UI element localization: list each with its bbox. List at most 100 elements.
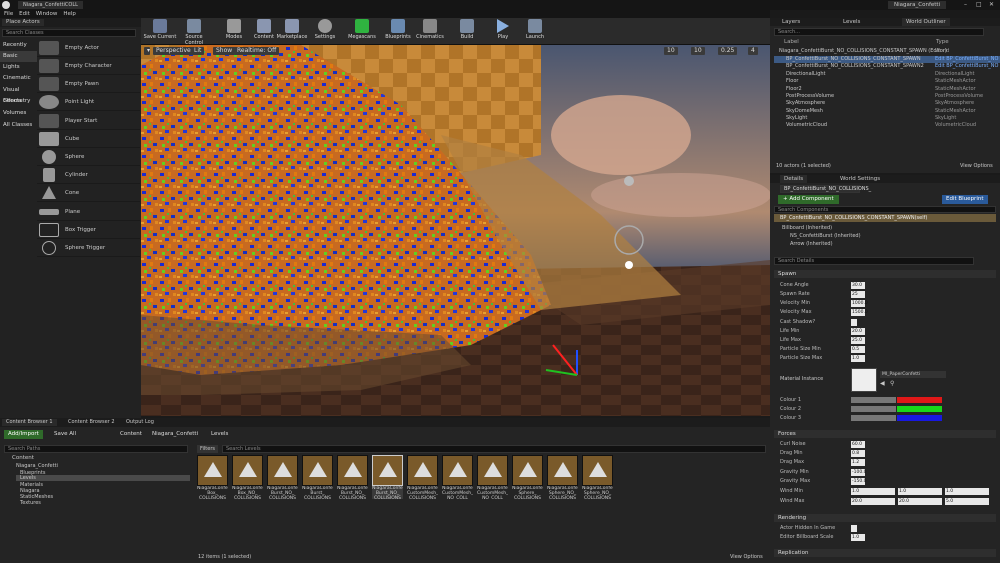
property-value[interactable]: 60.0: [851, 441, 865, 448]
table-row[interactable]: Niagara_ConfettiBurst_NO_COLLISIONS_CONS…: [774, 48, 1000, 55]
tree-item[interactable]: Niagara_Confetti: [16, 463, 58, 469]
viewport-menu-icon[interactable]: ▾: [144, 47, 150, 55]
wind-max-x[interactable]: 20.0: [851, 498, 895, 505]
blueprints-button[interactable]: Blueprints: [381, 19, 415, 44]
property-value[interactable]: -100.0: [851, 469, 867, 476]
asset-tile[interactable]: NiagaraConfetti Sphere_ COLLISIONS: [512, 455, 543, 499]
actor-item[interactable]: Empty Character: [37, 57, 140, 75]
edit-blueprint-button[interactable]: Edit Blueprint: [942, 195, 988, 204]
component-niagara[interactable]: NS_ConfettiBurst (Inherited): [790, 233, 861, 239]
asset-tile[interactable]: NiagaraConfetti Sphere_NO_ COLLISIONS: [547, 455, 578, 499]
wind-min-z[interactable]: 1.0: [945, 488, 989, 495]
rendering-section-header[interactable]: Rendering: [774, 514, 996, 522]
property-value[interactable]: 25: [851, 291, 865, 298]
tab-layers[interactable]: Layers: [782, 19, 800, 25]
add-component-button[interactable]: + Add Component: [778, 195, 839, 204]
asset-tile[interactable]: NiagaraConfetti Burst_NO_ COLLISIONS: [267, 455, 298, 499]
filters-button[interactable]: Filters: [197, 445, 218, 453]
property-value[interactable]: 1.2: [851, 459, 865, 466]
wind-max-z[interactable]: 5.0: [945, 498, 989, 505]
hidden-in-game-checkbox[interactable]: [851, 525, 857, 532]
sky-atmosphere-icon[interactable]: [624, 176, 634, 186]
property-value[interactable]: 30.0: [851, 282, 865, 289]
asset-tile[interactable]: NiagaraConfetti Burst_NO_ COLLISIONS: [372, 455, 403, 499]
marketplace-button[interactable]: Marketplace: [275, 19, 309, 44]
level-viewport[interactable]: ▾ Perspective Lit Show Realtime: Off 10 …: [141, 45, 770, 416]
component-arrow[interactable]: Arrow (Inherited): [790, 241, 833, 247]
colour-swatch[interactable]: [897, 397, 942, 403]
show-button[interactable]: Show: [213, 47, 236, 55]
actor-item[interactable]: Cone: [37, 184, 140, 202]
property-value[interactable]: 1.0: [851, 355, 865, 362]
table-row[interactable]: Floor2 StaticMeshActor: [774, 86, 1000, 93]
outliner-view-options[interactable]: View Options: [960, 163, 993, 169]
tab-content-browser-2[interactable]: Content Browser 2: [64, 419, 119, 426]
asset-tile[interactable]: NiagaraConfetti CustomMesh_ NO_COLL: [477, 455, 508, 499]
camera-speed-value[interactable]: 4: [748, 47, 758, 55]
actor-item[interactable]: Sphere Trigger: [37, 239, 140, 257]
outliner-search-input[interactable]: Search...: [774, 28, 984, 36]
asset-tile[interactable]: NiagaraConfetti Box_ COLLISIONS: [197, 455, 228, 499]
minimize-icon[interactable]: –: [964, 1, 967, 8]
asset-tile[interactable]: NiagaraConfetti Burst_NO_ COLLISIONS: [337, 455, 368, 499]
search-levels-input[interactable]: Search Levels: [222, 445, 766, 453]
column-label-header[interactable]: Label: [784, 39, 799, 45]
actor-item[interactable]: Plane: [37, 203, 140, 221]
cinematics-button[interactable]: Cinematics: [413, 19, 447, 44]
tab-levels[interactable]: Levels: [843, 19, 860, 25]
search-paths-input[interactable]: Search Paths: [4, 445, 188, 453]
table-row[interactable]: Floor StaticMeshActor: [774, 78, 1000, 85]
tree-item[interactable]: Content: [12, 455, 34, 461]
table-row[interactable]: VolumetricCloud VolumetricCloud: [774, 122, 1000, 129]
asset-tile[interactable]: NiagaraConfetti CustomMesh_ NO_COLL: [442, 455, 473, 499]
grid-snap-value[interactable]: 10: [664, 47, 678, 55]
replication-section-header[interactable]: Replication: [774, 549, 996, 557]
perspective-button[interactable]: Perspective: [153, 47, 194, 55]
save-all-button[interactable]: Save All: [54, 430, 76, 439]
search-icon[interactable]: ⚲: [890, 380, 894, 387]
tab-world-settings[interactable]: World Settings: [840, 176, 880, 182]
table-row[interactable]: DirectionalLight DirectionalLight: [774, 71, 1000, 78]
scale-snap-value[interactable]: 0.25: [718, 47, 738, 55]
rotation-snap-value[interactable]: 10: [691, 47, 705, 55]
tree-item[interactable]: Levels: [16, 475, 190, 481]
actor-item[interactable]: Cube: [37, 130, 140, 148]
tab-details[interactable]: Details: [780, 175, 808, 183]
actor-item[interactable]: Empty Actor: [37, 39, 140, 57]
actor-item[interactable]: Cylinder: [37, 166, 140, 184]
table-row[interactable]: SkyAtmosphere SkyAtmosphere: [774, 100, 1000, 107]
table-row[interactable]: PostProcessVolume PostProcessVolume: [774, 93, 1000, 100]
save-current-button[interactable]: Save Current: [143, 19, 177, 44]
table-row[interactable]: BP_ConfettiBurst_NO_COLLISIONS_CONSTANT_…: [774, 56, 1000, 63]
wind-min-x[interactable]: 1.0: [851, 488, 895, 495]
actor-item[interactable]: Point Light: [37, 93, 140, 111]
modes-button[interactable]: Modes: [217, 19, 251, 44]
menu-file[interactable]: File: [4, 11, 13, 17]
property-value[interactable]: 1.0: [851, 534, 865, 541]
property-value[interactable]: -150.0: [851, 478, 867, 485]
category-volumes[interactable]: Volumes: [0, 108, 37, 119]
directional-light-icon[interactable]: [625, 261, 633, 269]
table-row[interactable]: SkyDomeMesh StaticMeshActor: [774, 108, 1000, 115]
property-value[interactable]: 20.0: [851, 328, 865, 335]
breadcrumb-content[interactable]: Content: [120, 430, 142, 439]
search-details-input[interactable]: Search Details: [774, 257, 974, 265]
megascans-button[interactable]: Megascans: [345, 19, 379, 44]
add-import-button[interactable]: Add/Import: [4, 430, 43, 439]
maximize-icon[interactable]: □: [976, 1, 982, 8]
breadcrumb-levels[interactable]: Levels: [211, 430, 228, 439]
tab-world-outliner[interactable]: World Outliner: [902, 18, 950, 26]
place-actors-tab[interactable]: Place Actors: [2, 19, 44, 26]
category-all-classes[interactable]: All Classes: [0, 120, 37, 131]
property-value[interactable]: 0.5: [851, 346, 865, 353]
wind-max-y[interactable]: 20.0: [898, 498, 942, 505]
level-tab[interactable]: Niagara_ConfettiCOLL: [18, 1, 83, 9]
colour-swatch[interactable]: [897, 415, 942, 421]
asset-tile[interactable]: NiagaraConfetti Box_NO_ COLLISIONS: [232, 455, 263, 499]
lit-button[interactable]: Lit: [191, 47, 205, 55]
breadcrumb-niagara-confetti[interactable]: Niagara_Confetti: [152, 430, 198, 439]
forces-section-header[interactable]: Forces: [774, 430, 996, 438]
menu-edit[interactable]: Edit: [19, 11, 30, 17]
play-button[interactable]: Play: [486, 19, 520, 44]
menu-help[interactable]: Help: [63, 11, 76, 17]
